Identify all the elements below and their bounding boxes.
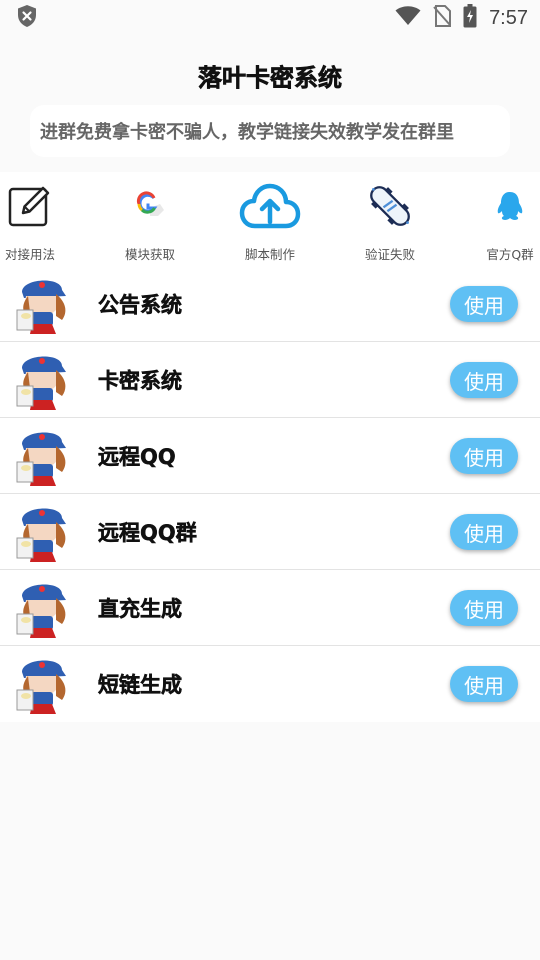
- status-bar: 7:57: [0, 0, 540, 36]
- qq-icon: [486, 182, 534, 230]
- avatar: [16, 500, 74, 564]
- item-title: 短链生成: [98, 673, 183, 698]
- page-title: 落叶卡密系统: [198, 64, 343, 93]
- item-title: 远程QQ: [98, 445, 176, 470]
- shortcut-label: 对接用法: [4, 247, 55, 262]
- avatar: [16, 272, 74, 336]
- use-button[interactable]: 使用: [450, 666, 518, 702]
- item-title: 公告系统: [98, 293, 183, 318]
- list-item: 卡密系统 使用: [0, 342, 540, 418]
- notice-banner: 进群免费拿卡密不骗人，教学链接失效教学发在群里: [30, 105, 510, 157]
- avatar: [16, 576, 74, 640]
- feature-list: 公告系统 使用 卡密系统 使用 远程QQ 使用 远程QQ群 使用 直充生成 使用…: [0, 266, 540, 722]
- battery-charging-icon: [463, 4, 477, 32]
- skateboard-icon: [366, 182, 414, 230]
- avatar: [16, 348, 74, 412]
- shortcut-verify[interactable]: 验证失败: [350, 172, 430, 266]
- item-title: 直充生成: [98, 597, 183, 622]
- edit-icon: [6, 182, 54, 230]
- use-button[interactable]: 使用: [450, 362, 518, 398]
- use-button[interactable]: 使用: [450, 590, 518, 626]
- shortcut-label: 脚本制作: [244, 247, 295, 262]
- wifi-icon: [395, 6, 421, 30]
- no-sim-icon: [433, 5, 452, 31]
- avatar: [16, 652, 74, 716]
- status-time: 7:57: [489, 6, 528, 29]
- use-button[interactable]: 使用: [450, 514, 518, 550]
- list-item: 远程QQ群 使用: [0, 494, 540, 570]
- list-item: 直充生成 使用: [0, 570, 540, 646]
- shortcut-script[interactable]: 脚本制作: [230, 172, 310, 266]
- list-item: 短链生成 使用: [0, 646, 540, 722]
- shortcut-edit[interactable]: 对接用法: [0, 172, 70, 266]
- shortcut-bar: 对接用法 模块获取 脚本制作 验证失败 官方Q群: [0, 172, 540, 267]
- shortcut-label: 验证失败: [364, 247, 415, 262]
- shortcut-module[interactable]: 模块获取: [110, 172, 190, 266]
- shortcut-qq-group[interactable]: 官方Q群: [470, 172, 540, 266]
- shortcut-label: 官方Q群: [486, 247, 534, 262]
- list-item: 远程QQ 使用: [0, 418, 540, 494]
- avatar: [16, 424, 74, 488]
- list-item: 公告系统 使用: [0, 266, 540, 342]
- item-title: 远程QQ群: [98, 521, 197, 546]
- use-button[interactable]: 使用: [450, 438, 518, 474]
- cloud-upload-icon: [239, 182, 301, 230]
- shortcut-label: 模块获取: [124, 247, 175, 262]
- item-title: 卡密系统: [98, 369, 183, 394]
- shield-x-icon: [16, 4, 38, 32]
- google-icon: [126, 182, 174, 230]
- use-button[interactable]: 使用: [450, 286, 518, 322]
